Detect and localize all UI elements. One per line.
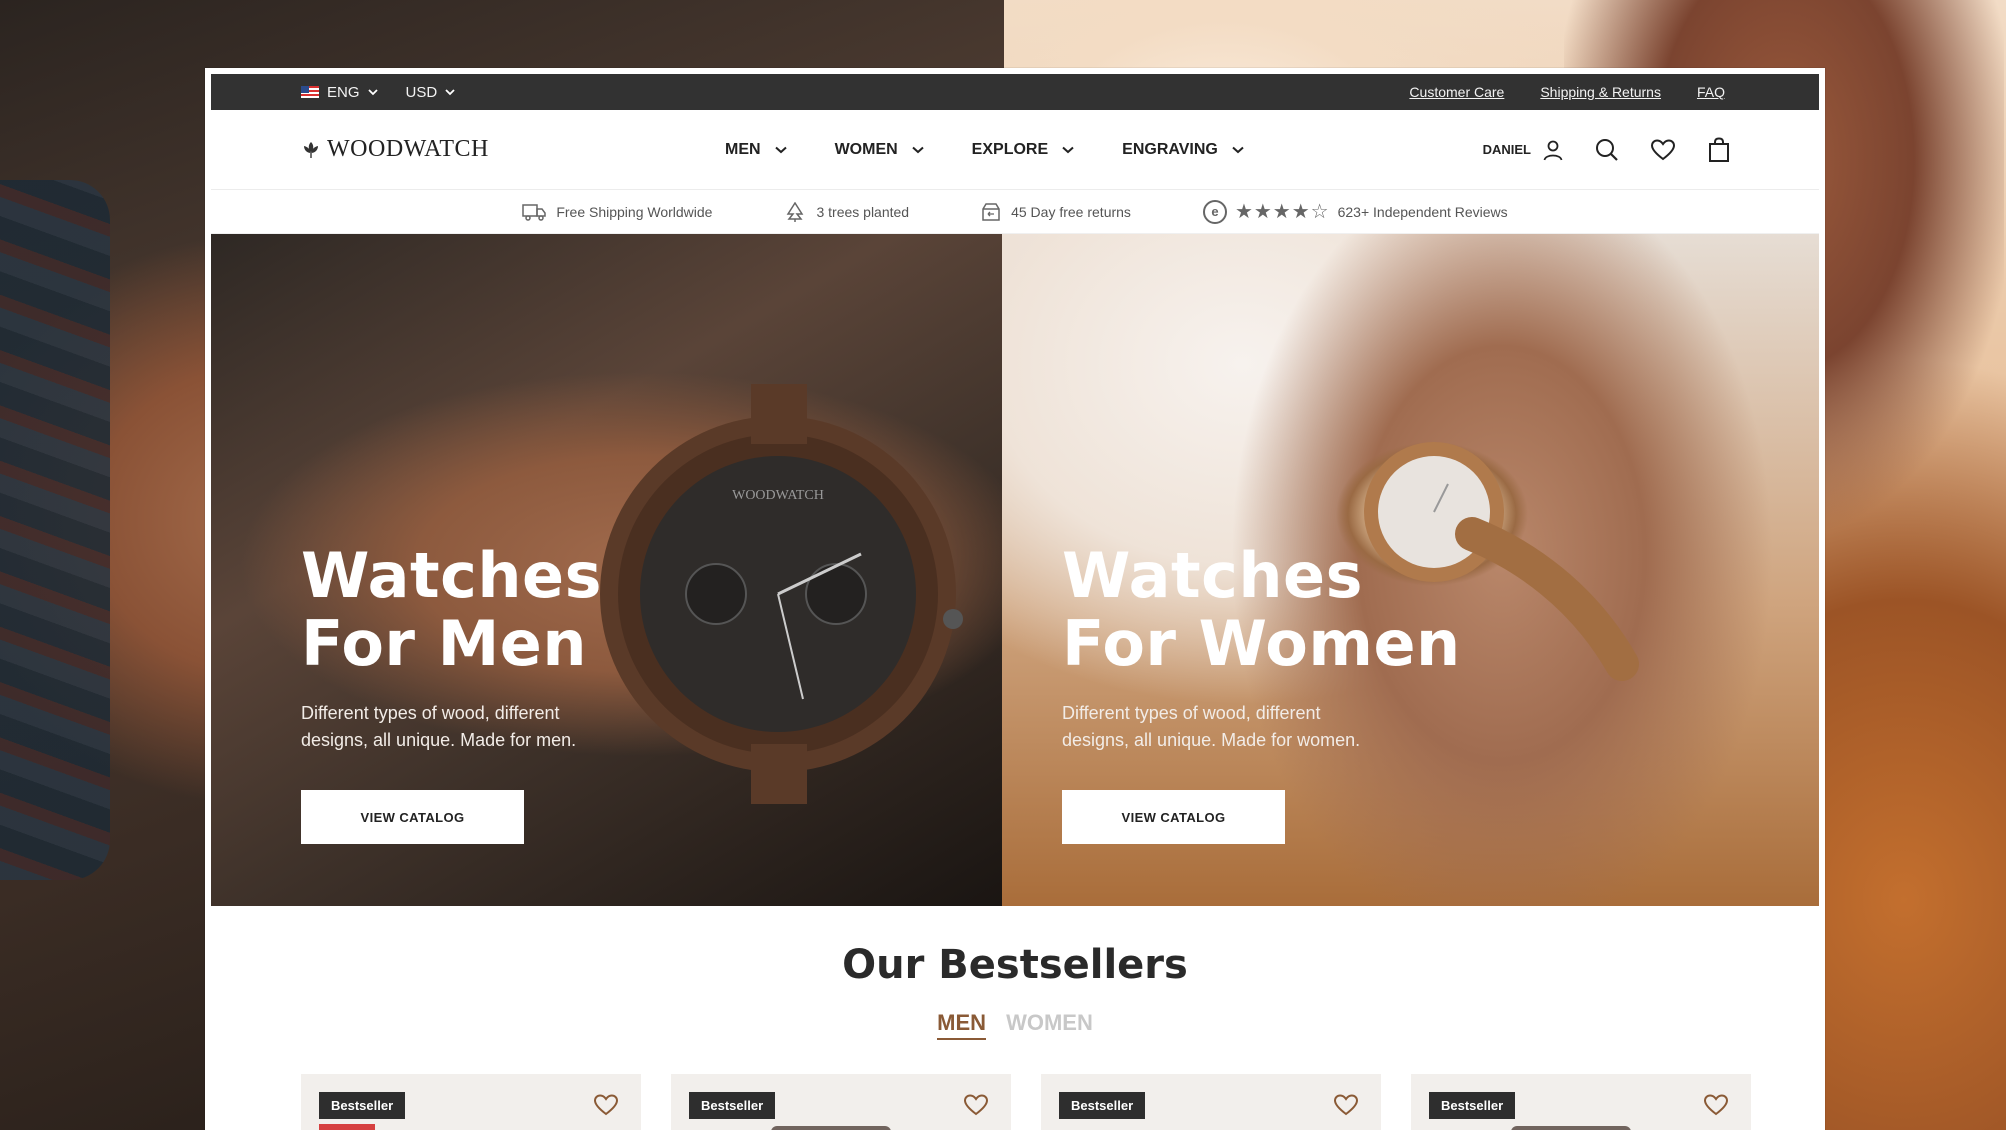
nav-label: WOMEN — [834, 140, 898, 158]
title-line: For Men — [301, 607, 587, 680]
shopping-bag-icon — [1709, 136, 1729, 162]
language-selector[interactable]: ENG — [301, 84, 378, 101]
nav-women[interactable]: WOMEN — [835, 141, 924, 159]
tree-icon — [787, 201, 804, 222]
trusted-shops-icon: e — [1202, 199, 1227, 224]
product-grid: Bestseller Bestseller Bestseller Bestsel… — [301, 1074, 1751, 1130]
browser-frame: ENG USD Customer Care Shipping & Returns… — [205, 68, 1825, 1130]
faq-link[interactable]: FAQ — [1697, 84, 1725, 100]
product-card[interactable]: Bestseller — [671, 1074, 1011, 1130]
logo[interactable]: WOODWATCH — [301, 136, 489, 163]
title-line: For Women — [1062, 607, 1461, 680]
chevron-down-icon — [774, 146, 787, 153]
return-box-icon — [982, 202, 1000, 221]
currency-selector[interactable]: USD — [406, 84, 456, 101]
shipping-returns-link[interactable]: Shipping & Returns — [1540, 84, 1661, 100]
trusted-shops-rating[interactable]: e ★★★★☆ 623+ Independent Reviews — [1202, 199, 1508, 224]
view-catalog-men-button[interactable]: VIEW CATALOG — [301, 790, 524, 844]
truck-icon — [522, 203, 547, 221]
usp-shipping-text: Free Shipping Worldwide — [556, 203, 713, 220]
user-icon — [1543, 140, 1563, 160]
chevron-down-icon — [1232, 146, 1244, 153]
tab-women[interactable]: WOMEN — [1006, 1010, 1093, 1040]
usp-bar: Free Shipping Worldwide 3 trees planted … — [211, 190, 1819, 234]
hero-section: WOODWATCH Watches For Men Different types… — [211, 234, 1819, 906]
svg-text:WOODWATCH: WOODWATCH — [732, 488, 824, 503]
page: ENG USD Customer Care Shipping & Returns… — [211, 74, 1819, 1130]
utility-links: Customer Care Shipping & Returns FAQ — [1373, 84, 1725, 100]
main-nav: MEN WOMEN EXPLORE ENGRAVING — [725, 141, 1244, 159]
nav-label: ENGRAVING — [1122, 140, 1218, 158]
usp-returns: 45 Day free returns — [981, 202, 1131, 221]
bestseller-badge: Bestseller — [1059, 1092, 1146, 1119]
tab-men[interactable]: MEN — [937, 1010, 987, 1040]
product-card[interactable]: Bestseller — [1411, 1074, 1751, 1130]
currency-label: USD — [405, 83, 438, 101]
hero-women-description: Different types of wood, different desig… — [1062, 703, 1361, 750]
plaid-sleeve-decor — [0, 180, 110, 880]
us-flag-icon — [301, 86, 319, 98]
chevron-down-icon — [445, 89, 455, 96]
bestseller-badge: Bestseller — [319, 1092, 406, 1119]
title-line: Watches — [1062, 539, 1363, 612]
search-button[interactable] — [1593, 136, 1621, 164]
bestsellers-tabs: MEN WOMEN — [211, 1010, 1819, 1040]
account-name: DANIEL — [1482, 142, 1531, 157]
product-card[interactable]: Bestseller — [301, 1074, 641, 1130]
heart-icon — [1650, 138, 1676, 160]
logo-text: WOODWATCH — [327, 136, 489, 162]
nav-men[interactable]: MEN — [725, 141, 787, 159]
rating-stars: ★★★★☆ — [1234, 201, 1330, 223]
product-card[interactable]: Bestseller — [1041, 1074, 1381, 1130]
product-image — [771, 1126, 891, 1130]
bestsellers-section: Our Bestsellers MEN WOMEN — [211, 906, 1819, 1040]
nav-explore[interactable]: EXPLORE — [972, 141, 1074, 159]
nav-label: MEN — [725, 140, 761, 158]
hero-women-panel[interactable]: Watches For Women Different types of wood… — [1002, 234, 1819, 906]
main-header: WOODWATCH MEN WOMEN EXPLORE ENGRAVING DA… — [211, 110, 1819, 190]
hero-men-panel[interactable]: WOODWATCH Watches For Men Different types… — [211, 234, 1002, 906]
nav-engraving[interactable]: ENGRAVING — [1122, 141, 1244, 159]
title-line: Watches — [301, 539, 602, 612]
heart-icon[interactable] — [1703, 1092, 1729, 1118]
wishlist-button[interactable] — [1649, 136, 1677, 164]
utility-bar: ENG USD Customer Care Shipping & Returns… — [211, 74, 1819, 110]
bestsellers-title: Our Bestsellers — [842, 942, 1188, 988]
sale-badge — [319, 1124, 375, 1130]
leaf-logo-icon — [304, 141, 318, 158]
hero-women-text: Watches For Women Different types of wood… — [1062, 542, 1461, 844]
bestseller-badge: Bestseller — [1429, 1092, 1516, 1119]
product-image — [1511, 1126, 1631, 1130]
heart-icon[interactable] — [593, 1092, 619, 1118]
hero-men-description: Different types of wood, different desig… — [301, 703, 577, 750]
search-icon — [1596, 138, 1618, 161]
customer-care-link[interactable]: Customer Care — [1409, 84, 1504, 100]
chevron-down-icon — [1062, 146, 1074, 153]
cart-button[interactable] — [1705, 136, 1733, 164]
heart-icon[interactable] — [963, 1092, 989, 1118]
locale-selectors: ENG USD — [301, 84, 483, 101]
usp-shipping: Free Shipping Worldwide — [522, 203, 712, 221]
view-catalog-women-button[interactable]: VIEW CATALOG — [1062, 790, 1285, 844]
usp-trees-text: 3 trees planted — [816, 203, 910, 220]
hero-men-title: Watches For Men — [301, 542, 631, 678]
usp-trees: 3 trees planted — [784, 201, 910, 222]
usp-returns-text: 45 Day free returns — [1011, 203, 1131, 220]
language-label: ENG — [327, 83, 360, 101]
hero-women-title: Watches For Women — [1062, 542, 1461, 678]
bestseller-badge: Bestseller — [689, 1092, 776, 1119]
header-actions: DANIEL — [1483, 136, 1733, 164]
chevron-down-icon — [367, 89, 378, 96]
account-button[interactable]: DANIEL — [1483, 138, 1565, 162]
heart-icon[interactable] — [1333, 1092, 1359, 1118]
hero-men-text: Watches For Men Different types of wood, … — [301, 542, 631, 844]
nav-label: EXPLORE — [971, 140, 1049, 158]
reviews-text: 623+ Independent Reviews — [1337, 203, 1508, 220]
chevron-down-icon — [912, 146, 924, 153]
